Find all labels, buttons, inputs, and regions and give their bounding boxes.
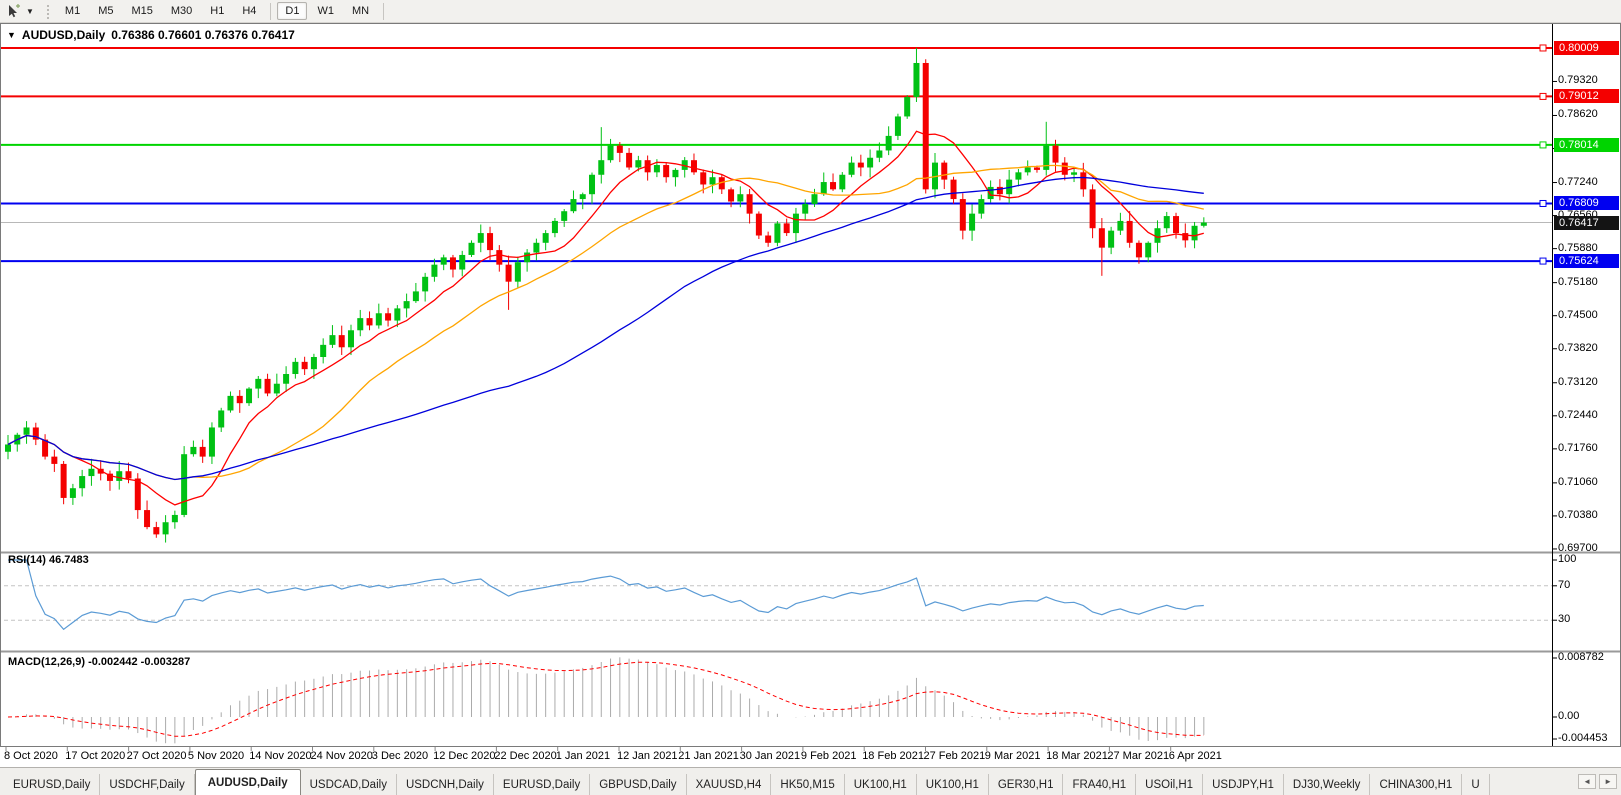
level-price-tag: 0.79012 [1554,89,1619,103]
chevron-down-icon[interactable]: ▼ [24,7,36,16]
date-label: 9 Feb 2021 [801,750,857,762]
tab-uk100-h1[interactable]: UK100,H1 [917,774,989,795]
cursor-tool-button[interactable]: ▼ [3,2,39,21]
macd-tick-label: -0.004453 [1558,732,1608,744]
toolbar: ▼ M1M5M15M30H1H4 D1W1MN [0,0,1621,23]
tab-dj30-weekly[interactable]: DJ30,Weekly [1284,774,1371,795]
price-tick-label: 0.73120 [1558,376,1598,388]
tab-audusd-daily[interactable]: AUDUSD,Daily [195,769,301,795]
tab-scroll-right-icon[interactable]: ► [1599,774,1617,789]
toolbar-separator [270,3,271,20]
level-price-tag: 0.80009 [1554,41,1619,55]
date-label: 18 Feb 2021 [862,750,924,762]
current-price-tag: 0.76417 [1554,216,1619,230]
macd-tick-label: 0.00 [1558,710,1579,722]
level-price-tag: 0.75624 [1554,254,1619,268]
price-tick-label: 0.75180 [1558,276,1598,288]
date-label: 6 Apr 2021 [1169,750,1222,762]
tab-xauusd-h4[interactable]: XAUUSD,H4 [687,774,772,795]
tab-usdjpy-h1[interactable]: USDJPY,H1 [1203,774,1284,795]
tab-u[interactable]: U [1462,774,1489,795]
timeframe-button-w1[interactable]: W1 [309,2,342,20]
date-label: 30 Jan 2021 [740,750,801,762]
price-tick-label: 0.71760 [1558,442,1598,454]
chart-tab-bar: EURUSD,DailyUSDCHF,DailyAUDUSD,DailyUSDC… [0,767,1621,795]
timeframe-button-h1[interactable]: H1 [202,2,232,20]
date-label: 14 Nov 2020 [249,750,311,762]
date-label: 27 Feb 2021 [924,750,986,762]
date-label: 5 Nov 2020 [188,750,244,762]
tab-fra40-h1[interactable]: FRA40,H1 [1063,774,1136,795]
price-tick-label: 0.70380 [1558,509,1598,521]
tab-china300-h1[interactable]: CHINA300,H1 [1370,774,1462,795]
date-label: 1 Jan 2021 [556,750,610,762]
timeframe-button-m30[interactable]: M30 [163,2,200,20]
date-label: 12 Dec 2020 [433,750,495,762]
price-tick-label: 0.78620 [1558,108,1598,120]
price-tick-label: 0.77240 [1558,176,1598,188]
tab-scroll-left-icon[interactable]: ◄ [1578,774,1596,789]
date-label: 18 Mar 2021 [1046,750,1108,762]
date-label: 22 Dec 2020 [494,750,556,762]
macd-indicator-label: MACD(12,26,9) -0.002442 -0.003287 [8,656,190,668]
macd-tick-label: 0.008782 [1558,651,1604,663]
tab-eurusd-daily[interactable]: EURUSD,Daily [4,774,100,795]
price-tick-label: 0.75880 [1558,242,1598,254]
rsi-tick-label: 70 [1558,579,1570,591]
price-tick-label: 0.79320 [1558,74,1598,86]
tab-uk100-h1[interactable]: UK100,H1 [845,774,917,795]
tab-usdcad-daily[interactable]: USDCAD,Daily [301,774,397,795]
symbol-period-label: AUDUSD,Daily [22,28,105,42]
toolbar-separator [383,3,384,20]
timeframe-button-m1[interactable]: M1 [57,2,88,20]
rsi-indicator-label: RSI(14) 46.7483 [8,554,89,566]
date-label: 27 Oct 2020 [127,750,187,762]
rsi-tick-label: 100 [1558,553,1576,565]
tab-usoil-h1[interactable]: USOil,H1 [1136,774,1203,795]
timeframe-button-group: M1M5M15M30H1H4 D1W1MN [56,2,389,20]
timeframe-button-mn[interactable]: MN [344,2,377,20]
level-price-tag: 0.78014 [1554,138,1619,152]
price-tick-label: 0.72440 [1558,409,1598,421]
ohlc-values: 0.76386 0.76601 0.76376 0.76417 [111,28,295,42]
collapse-arrow-icon[interactable]: ▼ [7,30,16,40]
toolbar-drag-grip[interactable] [46,4,51,19]
date-label: 17 Oct 2020 [65,750,125,762]
tab-usdchf-daily[interactable]: USDCHF,Daily [100,774,194,795]
tab-ger30-h1[interactable]: GER30,H1 [989,774,1064,795]
level-price-tag: 0.76809 [1554,196,1619,210]
date-label: 27 Mar 2021 [1107,750,1169,762]
tab-usdcnh-daily[interactable]: USDCNH,Daily [397,774,494,795]
tab-hk50-m15[interactable]: HK50,M15 [771,774,844,795]
date-label: 24 Nov 2020 [311,750,373,762]
rsi-tick-label: 30 [1558,613,1570,625]
tab-eurusd-daily[interactable]: EURUSD,Daily [494,774,590,795]
date-label: 8 Oct 2020 [4,750,58,762]
timeframe-button-m5[interactable]: M5 [90,2,121,20]
chart-title: ▼ AUDUSD,Daily 0.76386 0.76601 0.76376 0… [7,28,295,42]
chart-area[interactable] [0,0,1621,795]
price-tick-label: 0.71060 [1558,476,1598,488]
tab-gbpusd-daily[interactable]: GBPUSD,Daily [590,774,686,795]
cursor-tool-icon [6,3,22,19]
timeframe-button-d1[interactable]: D1 [277,2,307,20]
price-tick-label: 0.74500 [1558,309,1598,321]
tab-scroll-controls: ◄► [1574,768,1621,795]
date-label: 21 Jan 2021 [678,750,739,762]
price-tick-label: 0.73820 [1558,342,1598,354]
date-label: 9 Mar 2021 [985,750,1041,762]
date-label: 12 Jan 2021 [617,750,678,762]
timeframe-button-h4[interactable]: H4 [234,2,264,20]
timeframe-button-m15[interactable]: M15 [123,2,160,20]
date-label: 3 Dec 2020 [372,750,428,762]
